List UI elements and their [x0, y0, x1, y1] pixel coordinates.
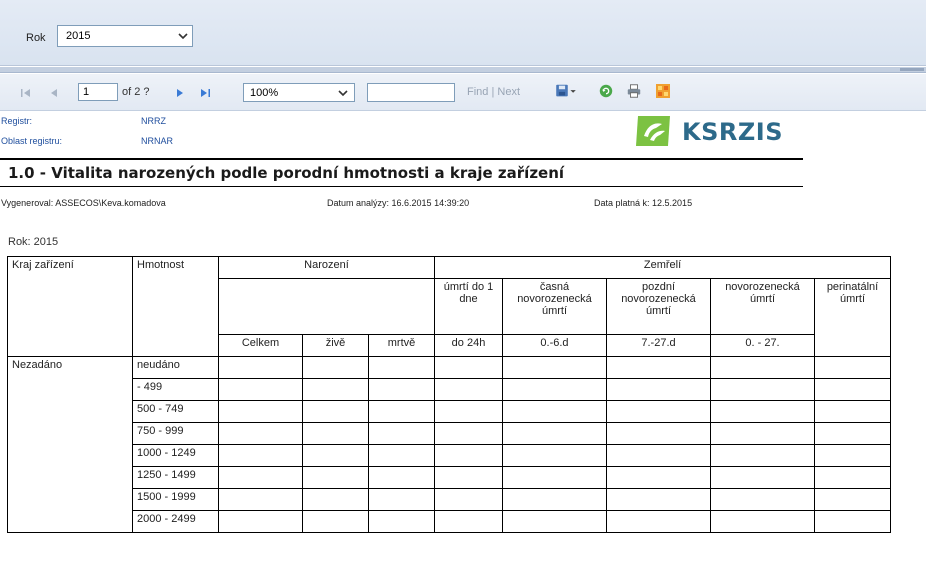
previous-page-icon[interactable] — [46, 85, 62, 101]
table-row: 1000 - 1249 — [8, 444, 891, 467]
header-perinatalni: perinatální úmrtí — [814, 278, 891, 357]
generated-by: Vygeneroval: ASSECOS\Keva.komadova — [1, 198, 166, 208]
weight-cell: 1000 - 1249 — [132, 444, 219, 467]
report-title: 1.0 - Vitalita narozených podle porodní … — [8, 164, 565, 182]
registr-label: Registr: — [1, 116, 33, 126]
first-page-icon[interactable] — [18, 85, 34, 101]
find-next-links: Find | Next — [467, 86, 520, 98]
report-page: Registr: NRRZ Oblast registru: NRNAR KSR… — [0, 112, 926, 563]
table-row: 750 - 999 — [8, 422, 891, 445]
kraj-cell: Nezadáno — [7, 356, 133, 533]
header-narozeni-spacer — [218, 278, 435, 335]
weight-cell: - 499 — [132, 378, 219, 401]
header-zemreli: Zemřelí — [434, 256, 891, 279]
header-celkem: Celkem — [218, 334, 303, 357]
splitter-bar[interactable] — [0, 67, 926, 73]
rok-label: Rok — [26, 32, 46, 44]
header-narozeni: Narození — [218, 256, 435, 279]
weight-cell: 500 - 749 — [132, 400, 219, 423]
header-hmotnost: Hmotnost — [132, 256, 219, 357]
save-export-icon[interactable] — [553, 83, 579, 99]
page-count-text: of 2 ? — [122, 86, 150, 98]
ksrzis-logo-icon — [636, 116, 670, 146]
table-row: 500 - 749 — [8, 400, 891, 423]
chevron-down-icon — [178, 33, 188, 40]
header-umrti-1den: úmrtí do 1 dne — [434, 278, 503, 335]
table-row: - 499 — [8, 378, 891, 401]
header-pozdni: pozdní novorozenecká úmrtí — [606, 278, 711, 335]
oblast-value: NRNAR — [141, 136, 174, 146]
header-casna: časná novorozenecká úmrtí — [502, 278, 607, 335]
header-zive: živě — [302, 334, 369, 357]
page-number-input[interactable]: 1 — [78, 83, 118, 101]
weight-cell: 1500 - 1999 — [132, 488, 219, 511]
vitality-table: Kraj zařízení Hmotnost Narození Zemřelí … — [7, 256, 891, 533]
year-line: Rok: 2015 — [8, 236, 59, 248]
header-0-6d: 0.-6.d — [502, 334, 607, 357]
table-row: Nezadáno neudáno — [7, 356, 891, 533]
weight-cell: 2000 - 2499 — [132, 510, 219, 533]
report-toolbar: 1 of 2 ? 100% Find | Next — [0, 74, 926, 111]
find-link[interactable]: Find — [467, 86, 488, 98]
weight-cell: neudáno — [132, 356, 219, 379]
header-novorozenecka: novorozenecká úmrtí — [710, 278, 815, 335]
header-7-27d: 7.-27.d — [606, 334, 711, 357]
weight-cell: 1250 - 1499 — [132, 466, 219, 489]
valid-date: Data platná k: 12.5.2015 — [594, 198, 693, 208]
subtitle-divider — [0, 186, 803, 187]
header-kraj: Kraj zařízení — [7, 256, 133, 357]
layout-icon[interactable] — [655, 83, 671, 99]
weight-cell: 750 - 999 — [132, 422, 219, 445]
logo-text: KSRZIS — [682, 118, 783, 146]
last-page-icon[interactable] — [197, 85, 213, 101]
next-page-icon[interactable] — [172, 85, 188, 101]
header-do24h: do 24h — [434, 334, 503, 357]
oblast-label: Oblast registru: — [1, 136, 63, 146]
title-divider — [0, 158, 803, 160]
analysis-date: Datum analýzy: 16.6.2015 14:39:20 — [327, 198, 470, 208]
find-input[interactable] — [367, 83, 455, 102]
rok-select-value: 2015 — [66, 30, 91, 42]
registr-value: NRRZ — [141, 116, 166, 126]
table-row: 2000 - 2499 — [8, 510, 891, 533]
table-row: 1250 - 1499 — [8, 466, 891, 489]
header-mrtve: mrtvě — [368, 334, 435, 357]
ksrzis-logo: KSRZIS — [634, 114, 782, 148]
header-0-27: 0. - 27. — [710, 334, 815, 357]
chevron-down-icon — [338, 90, 348, 97]
zoom-select[interactable]: 100% — [243, 83, 355, 102]
next-link[interactable]: Next — [497, 86, 520, 98]
rok-select[interactable]: 2015 — [57, 25, 193, 47]
table-row: 1500 - 1999 — [8, 488, 891, 511]
print-icon[interactable] — [625, 83, 643, 99]
splitter-grip-icon[interactable] — [900, 68, 924, 71]
zoom-value: 100% — [250, 87, 279, 99]
refresh-icon[interactable] — [597, 83, 615, 99]
parameter-bar: Rok 2015 — [0, 0, 926, 66]
